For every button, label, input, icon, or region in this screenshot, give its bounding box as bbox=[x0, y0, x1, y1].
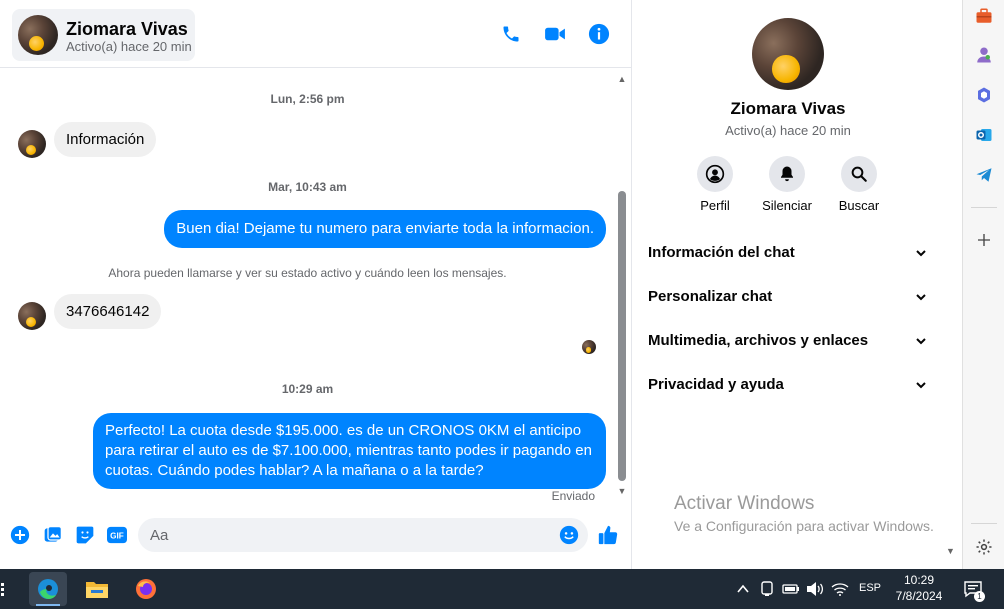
outlook-icon[interactable] bbox=[974, 125, 994, 145]
edge-icon[interactable] bbox=[29, 572, 67, 606]
language-indicator[interactable]: ESP bbox=[859, 582, 881, 594]
outgoing-message[interactable]: Buen dia! Dejame tu numero para enviarte… bbox=[164, 210, 606, 248]
section-title: Información del chat bbox=[648, 244, 795, 261]
action-label: Silenciar bbox=[762, 198, 812, 213]
scroll-down-arrow[interactable]: ▼ bbox=[946, 546, 956, 556]
clock-time: 10:29 bbox=[903, 573, 935, 587]
section-customize-chat[interactable]: Personalizar chat bbox=[632, 277, 944, 317]
timestamp: Mar, 10:43 am bbox=[268, 180, 347, 194]
add-icon[interactable] bbox=[974, 230, 994, 250]
message-list: Lun, 2:56 pm Información Mar, 10:43 am B… bbox=[0, 69, 615, 509]
search-icon bbox=[841, 156, 877, 192]
chevron-down-icon bbox=[916, 294, 926, 301]
bell-icon bbox=[769, 156, 805, 192]
sent-status: Enviado bbox=[551, 489, 595, 503]
profile-icon bbox=[697, 156, 733, 192]
profile-action[interactable]: Perfil bbox=[675, 156, 755, 213]
search-action[interactable]: Buscar bbox=[819, 156, 899, 213]
action-label: Buscar bbox=[838, 198, 880, 213]
sender-avatar bbox=[18, 302, 46, 330]
chevron-down-icon bbox=[916, 250, 926, 257]
video-call-icon[interactable] bbox=[543, 22, 567, 46]
timestamp: 10:29 am bbox=[281, 382, 334, 396]
info-status: Activo(a) hace 20 min bbox=[725, 123, 851, 138]
message-line: Perfecto! La cuota desde $195.000. es de… bbox=[105, 422, 582, 439]
contact-avatar bbox=[18, 15, 58, 55]
timestamp: Lun, 2:56 pm bbox=[270, 92, 345, 106]
clock-date: 7/8/2024 bbox=[895, 589, 943, 603]
chat-pane: Ziomara Vivas Activo(a) hace 20 min Lun,… bbox=[0, 0, 632, 569]
message-input[interactable] bbox=[138, 518, 588, 552]
chat-info-panel: Ziomara Vivas Activo(a) hace 20 min Perf… bbox=[632, 0, 962, 569]
device-icon[interactable] bbox=[758, 580, 776, 598]
activation-watermark-title: Activar Windows bbox=[674, 493, 815, 514]
contact-status: Activo(a) hace 20 min bbox=[66, 39, 192, 54]
taskbar-clock[interactable]: 10:29 7/8/2024 bbox=[884, 572, 954, 604]
notification-badge: 1 bbox=[974, 591, 985, 602]
section-privacy-help[interactable]: Privacidad y ayuda bbox=[632, 365, 944, 405]
browser-sidebar bbox=[962, 0, 1004, 569]
wifi-icon[interactable] bbox=[831, 580, 849, 598]
gif-icon[interactable]: GIF bbox=[105, 524, 129, 546]
section-title: Multimedia, archivos y enlaces bbox=[648, 332, 869, 349]
plus-icon[interactable] bbox=[9, 524, 31, 546]
composer: GIF bbox=[0, 513, 631, 559]
settings-icon[interactable] bbox=[974, 537, 994, 557]
sender-avatar bbox=[18, 130, 46, 158]
like-icon[interactable] bbox=[597, 524, 619, 546]
action-label: Perfil bbox=[700, 198, 730, 213]
mute-action[interactable]: Silenciar bbox=[747, 156, 827, 213]
telegram-icon[interactable] bbox=[974, 165, 994, 185]
chat-header: Ziomara Vivas Activo(a) hace 20 min bbox=[0, 0, 631, 68]
incoming-message[interactable]: Información bbox=[54, 122, 157, 157]
section-chat-info[interactable]: Información del chat bbox=[632, 233, 944, 273]
volume-icon[interactable] bbox=[806, 580, 824, 598]
sidebar-divider bbox=[971, 207, 997, 208]
chevron-up-icon[interactable] bbox=[734, 580, 752, 598]
briefcase-icon[interactable] bbox=[974, 6, 994, 26]
section-title: Privacidad y ayuda bbox=[648, 376, 784, 393]
chevron-down-icon bbox=[916, 382, 926, 389]
scroll-down-arrow[interactable]: ▼ bbox=[617, 486, 627, 496]
sidebar-divider bbox=[971, 523, 997, 524]
task-view-icon[interactable] bbox=[0, 580, 15, 598]
profile-avatar bbox=[752, 18, 824, 90]
section-media-files[interactable]: Multimedia, archivos y enlaces bbox=[632, 321, 944, 361]
copilot-icon[interactable] bbox=[974, 85, 994, 105]
scroll-thumb[interactable] bbox=[618, 191, 626, 481]
info-icon[interactable] bbox=[587, 22, 611, 46]
gif-label: GIF bbox=[110, 532, 124, 541]
message-line: cuotas. Cuándo podes hablar? A la mañana… bbox=[105, 462, 484, 479]
phone-icon[interactable] bbox=[499, 22, 523, 46]
contact-chip[interactable]: Ziomara Vivas Activo(a) hace 20 min bbox=[12, 9, 195, 61]
chevron-down-icon bbox=[916, 338, 926, 345]
scroll-up-arrow[interactable]: ▲ bbox=[617, 74, 627, 84]
incoming-message[interactable]: 3476646142 bbox=[54, 294, 162, 329]
battery-icon[interactable] bbox=[782, 580, 800, 598]
system-note: Ahora pueden llamarse y ver su estado ac… bbox=[108, 266, 507, 280]
file-explorer-icon[interactable] bbox=[78, 572, 116, 606]
activation-watermark-subtitle: Ve a Configuración para activar Windows. bbox=[674, 518, 934, 534]
emoji-icon[interactable] bbox=[558, 524, 580, 546]
chat-scrollbar[interactable]: ▲ ▼ bbox=[615, 72, 629, 498]
outgoing-message[interactable]: Perfecto! La cuota desde $195.000. es de… bbox=[93, 413, 606, 489]
message-line: para retirar el auto es de $7.100.000, m… bbox=[105, 442, 592, 459]
section-title: Personalizar chat bbox=[648, 288, 773, 305]
games-icon[interactable] bbox=[974, 45, 994, 65]
app-window: Ziomara Vivas Activo(a) hace 20 min Lun,… bbox=[0, 0, 1004, 569]
firefox-icon[interactable] bbox=[127, 572, 165, 606]
info-name: Ziomara Vivas bbox=[730, 99, 846, 118]
read-receipt-avatar bbox=[582, 340, 596, 354]
windows-taskbar: ESP 10:29 7/8/2024 1 bbox=[0, 569, 1004, 609]
image-icon[interactable] bbox=[42, 524, 64, 546]
contact-name: Ziomara Vivas bbox=[66, 19, 188, 39]
sticker-icon[interactable] bbox=[74, 524, 96, 546]
